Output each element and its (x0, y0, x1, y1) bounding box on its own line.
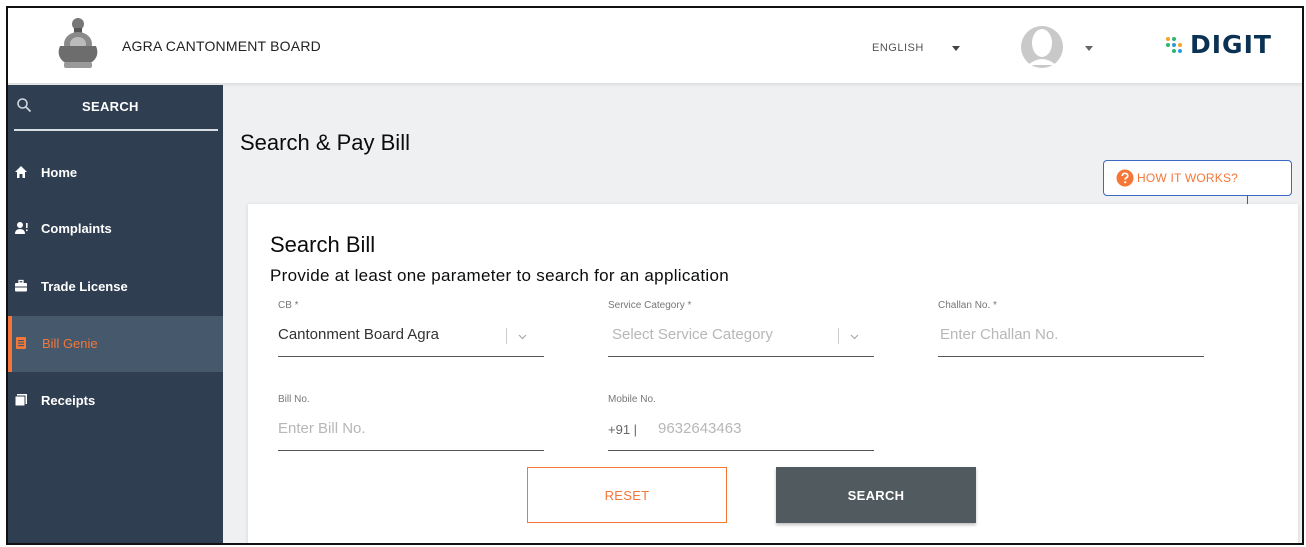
help-icon (1116, 169, 1134, 187)
bill-no-underline (278, 450, 544, 451)
sidebar-item-label: Trade License (41, 279, 128, 294)
app-frame: AGRA CANTONMENT BOARD ENGLISH DIGIT SEAR… (6, 6, 1304, 545)
mobile-field[interactable]: Mobile No. +91 | 9632643463 (608, 394, 874, 454)
cantonment-emblem-icon (58, 18, 98, 68)
cb-separator (506, 328, 507, 344)
org-name: AGRA CANTONMENT BOARD (122, 38, 321, 54)
service-category-underline (608, 356, 874, 357)
challan-input[interactable]: Enter Challan No. (940, 326, 1058, 343)
sidebar-item-receipts[interactable]: Receipts (8, 373, 223, 429)
bill-no-field[interactable]: Bill No. Enter Bill No. (278, 394, 544, 454)
home-icon (15, 166, 27, 178)
sidebar-item-trade-license[interactable]: Trade License (8, 259, 223, 315)
profile-caret-icon[interactable] (1085, 46, 1093, 51)
sidebar-search-label: SEARCH (82, 99, 139, 114)
language-caret-icon[interactable] (952, 46, 960, 51)
search-icon (17, 98, 32, 113)
service-category-select[interactable]: Select Service Category (612, 326, 773, 343)
how-it-works-label: HOW IT WORKS? (1137, 171, 1239, 185)
bill-no-input[interactable]: Enter Bill No. (278, 420, 366, 437)
complaints-icon (15, 222, 28, 234)
service-category-separator (838, 328, 839, 344)
top-bar: AGRA CANTONMENT BOARD ENGLISH DIGIT (8, 8, 1302, 84)
cb-field[interactable]: CB * Cantonment Board Agra (278, 300, 544, 360)
service-category-label: Service Category * (608, 300, 692, 311)
avatar[interactable] (1020, 25, 1064, 69)
sidebar-item-label: Complaints (41, 221, 112, 236)
search-bill-card: Search Bill Provide at least one paramet… (248, 204, 1298, 543)
mobile-prefix: +91 | (608, 422, 638, 437)
sidebar-item-label: Bill Genie (42, 336, 98, 351)
digit-brand-text: DIGIT (1190, 30, 1272, 59)
sidebar-search-underline (14, 129, 218, 131)
sidebar-item-bill-genie[interactable]: Bill Genie (8, 316, 223, 372)
challan-label: Challan No. * (938, 300, 997, 311)
sidebar-item-complaints[interactable]: Complaints (8, 201, 223, 257)
sidebar: SEARCH Home Complaints Trade License Bil… (8, 85, 223, 543)
chevron-down-icon[interactable] (850, 332, 859, 341)
digit-dots-icon (1166, 36, 1182, 53)
sidebar-item-home[interactable]: Home (8, 145, 223, 201)
cb-underline (278, 356, 544, 357)
challan-underline (938, 356, 1204, 357)
receipts-icon (14, 394, 27, 407)
bill-icon (16, 337, 26, 349)
briefcase-icon (15, 279, 27, 292)
how-it-works-button[interactable]: HOW IT WORKS? (1103, 160, 1292, 196)
cb-label: CB * (278, 300, 299, 311)
search-button[interactable]: SEARCH (776, 467, 976, 523)
chevron-down-icon[interactable] (518, 332, 527, 341)
mobile-input[interactable]: 9632643463 (658, 420, 741, 437)
mobile-label: Mobile No. (608, 394, 656, 405)
card-title: Search Bill (270, 232, 376, 257)
challan-field[interactable]: Challan No. * Enter Challan No. (938, 300, 1204, 360)
sidebar-item-label: Home (41, 165, 78, 180)
sidebar-search[interactable]: SEARCH (8, 85, 223, 134)
service-category-field[interactable]: Service Category * Select Service Catego… (608, 300, 874, 360)
sidebar-item-label: Receipts (41, 393, 96, 408)
cb-select-value[interactable]: Cantonment Board Agra (278, 326, 439, 343)
reset-button[interactable]: RESET (527, 467, 727, 523)
page-title: Search & Pay Bill (240, 130, 410, 155)
digit-logo: DIGIT (1164, 30, 1272, 59)
language-selector[interactable]: ENGLISH (872, 42, 924, 54)
mobile-underline (608, 450, 874, 451)
card-subtitle: Provide at least one parameter to search… (270, 266, 730, 285)
bill-no-label: Bill No. (278, 394, 310, 405)
